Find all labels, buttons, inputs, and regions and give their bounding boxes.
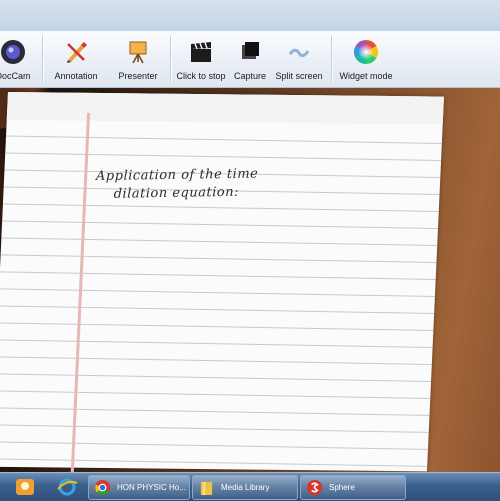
- presenter-button[interactable]: Presenter: [112, 31, 164, 87]
- toolbar-separator: [331, 36, 333, 82]
- start-app-icon[interactable]: [14, 477, 36, 497]
- toolbar-separator: [170, 36, 172, 82]
- main-toolbar: DocCam Annotation Presenter Click to sto…: [0, 31, 500, 88]
- chrome-icon: [94, 479, 111, 496]
- split-screen-icon: [288, 48, 310, 58]
- handwriting-line-2: dilation equation:: [113, 184, 240, 202]
- window-title-bar: [0, 0, 500, 32]
- taskbar-button-label: Sphere: [329, 483, 355, 492]
- taskbar-button-media-library[interactable]: Media Library: [192, 475, 298, 500]
- paper-ruled-lines: [0, 135, 442, 467]
- taskbar-button-label: Media Library: [221, 483, 270, 492]
- lined-paper: Application of the time dilation equatio…: [0, 92, 444, 472]
- widget-mode-label: Widget mode: [339, 71, 393, 81]
- split-screen-button[interactable]: Split screen: [272, 31, 326, 87]
- capture-button[interactable]: Capture: [230, 31, 270, 87]
- document-camera-view: Application of the time dilation equatio…: [0, 88, 500, 472]
- annotation-label: Annotation: [54, 71, 98, 81]
- doccam-button[interactable]: DocCam: [0, 31, 40, 87]
- color-wheel-icon: [353, 39, 379, 64]
- presenter-easel-icon: [129, 41, 147, 64]
- taskbar-button-label: HON PHYSIC Ho...: [117, 483, 186, 492]
- internet-explorer-icon[interactable]: [56, 477, 78, 497]
- capture-label: Capture: [233, 71, 267, 81]
- taskbar-button-chrome[interactable]: HON PHYSIC Ho...: [88, 475, 190, 500]
- doccam-label: DocCam: [0, 71, 31, 81]
- split-screen-label: Split screen: [275, 71, 323, 81]
- capture-icon: [242, 42, 259, 59]
- handwritten-note: Application of the time dilation equatio…: [95, 166, 259, 205]
- sphere-app-icon: [306, 479, 323, 496]
- taskbar: HON PHYSIC Ho... Media Library Sphere: [0, 472, 500, 501]
- widget-mode-button[interactable]: Widget mode: [334, 31, 398, 87]
- taskbar-button-sphere[interactable]: Sphere: [300, 475, 406, 500]
- presenter-label: Presenter: [118, 71, 158, 81]
- clapperboard-icon: [191, 42, 211, 62]
- toolbar-separator: [42, 36, 44, 82]
- doccam-lens-icon: [1, 40, 25, 64]
- folder-icon: [200, 481, 213, 496]
- annotation-button[interactable]: Annotation: [48, 31, 104, 87]
- click-to-stop-button[interactable]: Click to stop: [174, 31, 228, 87]
- pencil-icon: [67, 42, 87, 63]
- click-to-stop-label: Click to stop: [176, 71, 226, 81]
